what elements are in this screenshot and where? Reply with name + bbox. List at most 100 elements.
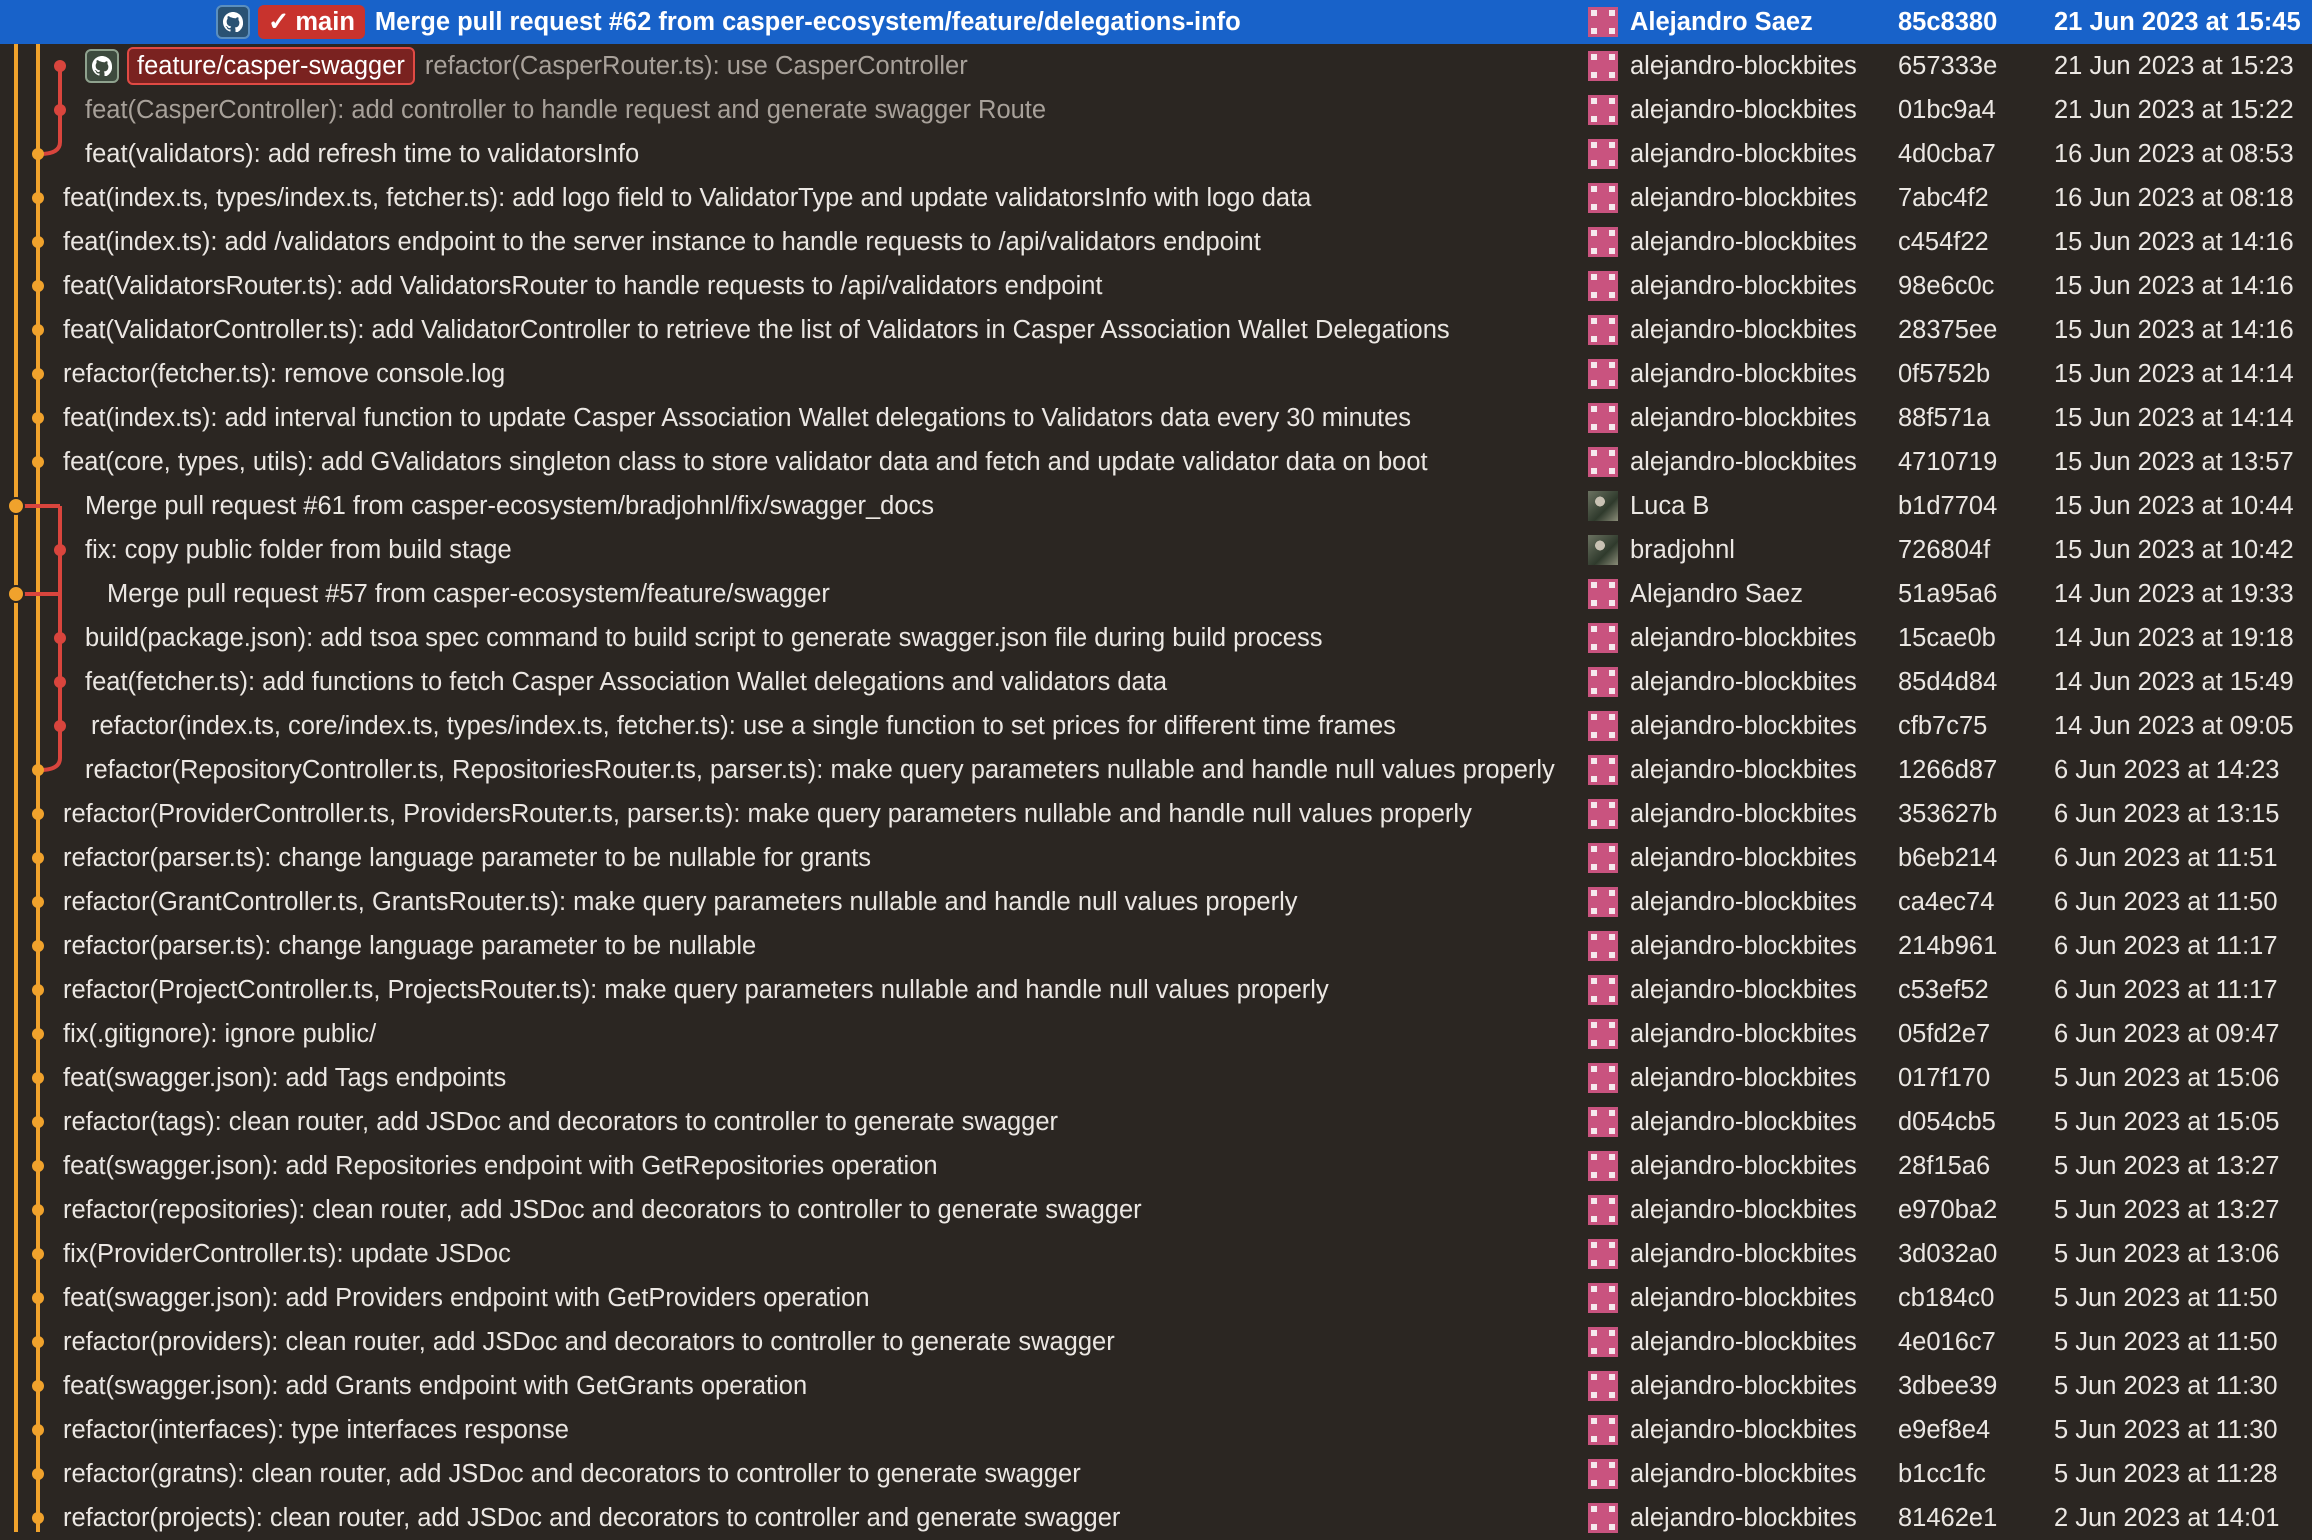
branch-badge[interactable]: feature/casper-swagger [127, 47, 415, 85]
commit-row[interactable]: feat(ValidatorsRouter.ts): add Validator… [0, 264, 2312, 308]
commit-row[interactable]: feat(index.ts): add /validators endpoint… [0, 220, 2312, 264]
avatar [1588, 447, 1618, 477]
avatar [1588, 1503, 1618, 1533]
commit-row[interactable]: refactor(parser.ts): change language par… [0, 836, 2312, 880]
commit-row[interactable]: feat(swagger.json): add Tags endpoints al… [0, 1056, 2312, 1100]
commit-author-cell: alejandro-blockbites [1588, 1012, 1857, 1056]
commit-message-cell: feat(index.ts): add /validators endpoint… [63, 220, 1261, 264]
avatar [1588, 1239, 1618, 1269]
commit-author-cell: alejandro-blockbites [1588, 1276, 1857, 1320]
commit-row[interactable]: build(package.json): add tsoa spec comma… [0, 616, 2312, 660]
commit-date: 14 Jun 2023 at 15:49 [2054, 668, 2294, 696]
commit-message: Merge pull request #62 from casper-ecosy… [374, 8, 1241, 36]
commit-hash: 3dbee39 [1898, 1372, 1998, 1400]
commit-author-cell: alejandro-blockbites [1588, 836, 1857, 880]
commit-author: alejandro-blockbites [1630, 404, 1857, 432]
commit-date: 5 Jun 2023 at 15:06 [2054, 1064, 2280, 1092]
commit-row[interactable]: fix(.gitignore): ignore public/alejandro… [0, 1012, 2312, 1056]
commit-author: alejandro-blockbites [1630, 1416, 1857, 1444]
commit-row[interactable]: refactor(fetcher.ts): remove console.log… [0, 352, 2312, 396]
commit-hash: cfb7c75 [1898, 712, 1988, 740]
commit-author: alejandro-blockbites [1630, 272, 1857, 300]
commit-message: refactor(interfaces): type interfaces re… [63, 1416, 569, 1444]
commit-row[interactable]: ✓ main Merge pull request #62 from casper-… [0, 0, 2312, 44]
commit-author-cell: alejandro-blockbites [1588, 748, 1857, 792]
commit-row[interactable]: feat(ValidatorController.ts): add Valida… [0, 308, 2312, 352]
commit-row[interactable]: refactor(gratns): clean router, add JSDo… [0, 1452, 2312, 1496]
avatar [1588, 1019, 1618, 1049]
commit-message-cell: build(package.json): add tsoa spec comma… [85, 616, 1322, 660]
commit-row[interactable]: refactor(projects): clean router, add JS… [0, 1496, 2312, 1540]
commit-hash: b1d7704 [1898, 492, 1998, 520]
commit-date: 15 Jun 2023 at 10:44 [2054, 492, 2294, 520]
commit-author-cell: alejandro-blockbites [1588, 220, 1857, 264]
commit-message: fix(ProviderController.ts): update JSDoc [63, 1240, 511, 1268]
commit-row[interactable]: feature/casper-swagger refactor(CasperRou… [0, 44, 2312, 88]
commit-message: feat(validators): add refresh time to va… [85, 140, 640, 168]
commit-row[interactable]: refactor(interfaces): type interfaces re… [0, 1408, 2312, 1452]
commit-author: alejandro-blockbites [1630, 360, 1857, 388]
commit-message-cell: fix: copy public folder from build stage [85, 528, 512, 572]
avatar [1588, 1327, 1618, 1357]
commit-row[interactable]: feat(index.ts, types/index.ts, fetcher.t… [0, 176, 2312, 220]
commit-message: fix(.gitignore): ignore public/ [63, 1020, 377, 1048]
commit-row[interactable]: feat(CasperController): add controller t… [0, 88, 2312, 132]
commit-row[interactable]: feat(core, types, utils): add GValidator… [0, 440, 2312, 484]
commit-date: 16 Jun 2023 at 08:18 [2054, 184, 2294, 212]
commit-row[interactable]: refactor(parser.ts): change language par… [0, 924, 2312, 968]
commit-message-cell: refactor(repositories): clean router, ad… [63, 1188, 1142, 1232]
commit-message-cell: refactor(parser.ts): change language par… [63, 836, 871, 880]
commit-author-cell: alejandro-blockbites [1588, 1100, 1857, 1144]
commit-row[interactable]: refactor(tags): clean router, add JSDoc … [0, 1100, 2312, 1144]
commit-row[interactable]: Merge pull request #57 from casper-ecosy… [0, 572, 2312, 616]
commit-hash: 81462e1 [1898, 1504, 1998, 1532]
commit-hash: 214b961 [1898, 932, 1998, 960]
commit-row[interactable]: refactor(ProviderController.ts, Provider… [0, 792, 2312, 836]
commit-author-cell: alejandro-blockbites [1588, 968, 1857, 1012]
commit-author: alejandro-blockbites [1630, 976, 1857, 1004]
commit-author-cell: alejandro-blockbites [1588, 1188, 1857, 1232]
commit-author-cell: Alejandro Saez [1588, 572, 1803, 616]
commit-author: Luca B [1630, 492, 1710, 520]
commit-date: 5 Jun 2023 at 11:50 [2054, 1328, 2278, 1356]
commit-row[interactable]: Merge pull request #61 from casper-ecosy… [0, 484, 2312, 528]
commit-date: 6 Jun 2023 at 11:17 [2054, 976, 2278, 1004]
commit-row[interactable]: refactor(repositories): clean router, ad… [0, 1188, 2312, 1232]
commit-message-cell: feature/casper-swagger refactor(CasperRou… [85, 44, 968, 88]
commit-row[interactable]: refactor(index.ts, core/index.ts, types/… [0, 704, 2312, 748]
commit-author-cell: alejandro-blockbites [1588, 924, 1857, 968]
commit-row[interactable]: refactor(ProjectController.ts, ProjectsR… [0, 968, 2312, 1012]
commit-author: alejandro-blockbites [1630, 228, 1857, 256]
commit-message: feat(index.ts): add interval function to… [63, 404, 1412, 432]
commit-message: feat(index.ts, types/index.ts, fetcher.t… [63, 184, 1312, 212]
commit-row[interactable]: feat(swagger.json): add Repositories end… [0, 1144, 2312, 1188]
avatar [1588, 491, 1618, 521]
avatar [1588, 315, 1618, 345]
avatar [1588, 623, 1618, 653]
commit-row[interactable]: feat(index.ts): add interval function to… [0, 396, 2312, 440]
commit-author-cell: alejandro-blockbites [1588, 352, 1857, 396]
commit-date: 15 Jun 2023 at 14:14 [2054, 360, 2294, 388]
branch-badge[interactable]: ✓ main [258, 5, 365, 39]
commit-hash: 85d4d84 [1898, 668, 1998, 696]
commit-message-cell: refactor(fetcher.ts): remove console.log [63, 352, 505, 396]
commit-hash: 657333e [1898, 52, 1998, 80]
commit-row[interactable]: feat(swagger.json): add Grants endpoint … [0, 1364, 2312, 1408]
commit-date: 15 Jun 2023 at 14:16 [2054, 316, 2294, 344]
avatar [1588, 711, 1618, 741]
commit-row[interactable]: refactor(RepositoryController.ts, Reposi… [0, 748, 2312, 792]
commit-row[interactable]: refactor(GrantController.ts, GrantsRoute… [0, 880, 2312, 924]
commit-date: 21 Jun 2023 at 15:45 [2054, 8, 2301, 36]
commit-hash: 98e6c0c [1898, 272, 1995, 300]
commit-row[interactable]: feat(fetcher.ts): add functions to fetch… [0, 660, 2312, 704]
commit-row[interactable]: refactor(providers): clean router, add J… [0, 1320, 2312, 1364]
commit-message: feat(ValidatorsRouter.ts): add Validator… [63, 272, 1103, 300]
commit-message: refactor(parser.ts): change language par… [63, 932, 757, 960]
commit-row[interactable]: fix(ProviderController.ts): update JSDoc… [0, 1232, 2312, 1276]
commit-row[interactable]: feat(validators): add refresh time to va… [0, 132, 2312, 176]
commit-message: refactor(ProviderController.ts, Provider… [63, 800, 1472, 828]
checkmark-icon: ✓ [268, 8, 290, 36]
commit-message-cell: feat(CasperController): add controller t… [85, 88, 1046, 132]
commit-row[interactable]: fix: copy public folder from build stage… [0, 528, 2312, 572]
commit-row[interactable]: feat(swagger.json): add Providers endpoi… [0, 1276, 2312, 1320]
